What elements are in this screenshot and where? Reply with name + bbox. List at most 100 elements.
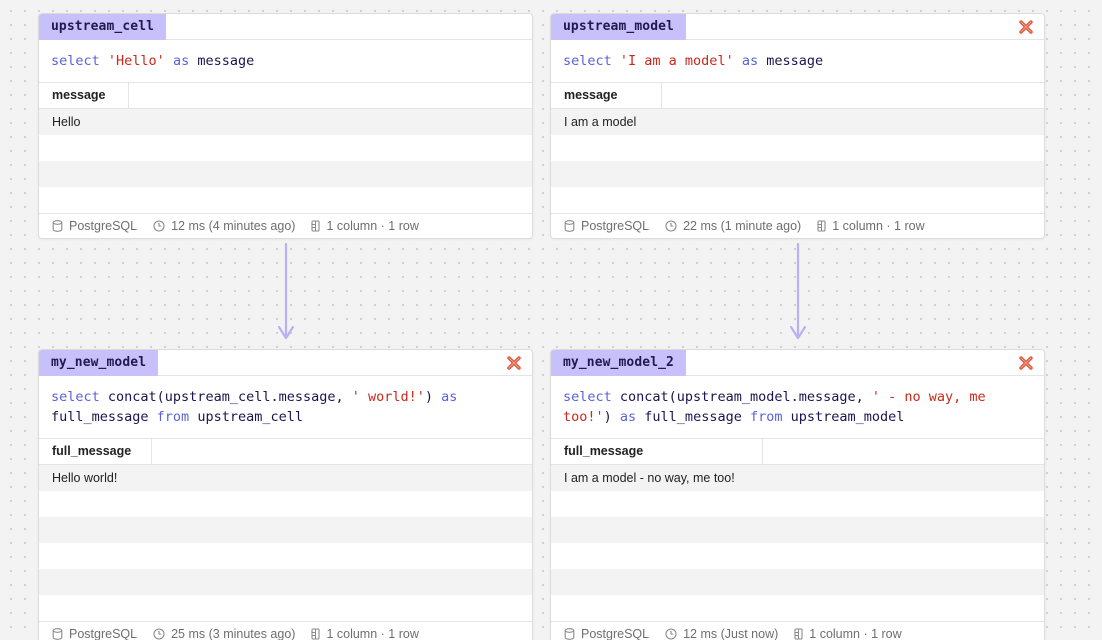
delete-cell-button[interactable] [1018, 19, 1034, 35]
timing-text: 12 ms (4 minutes ago) [171, 219, 296, 233]
cell-name-tab[interactable]: my_new_model [39, 350, 159, 376]
sql-cell-my-new-model-2[interactable]: my_new_model_2 select concat(upstream_mo… [550, 349, 1045, 640]
code-token: concat(upstream_cell.message, [107, 389, 352, 405]
table-row-empty [39, 135, 532, 161]
table-row-empty [39, 491, 532, 517]
table-row-empty [39, 187, 532, 213]
db-name: PostgreSQL [69, 219, 138, 233]
code-token: upstream_cell [197, 409, 303, 425]
sql-editor[interactable]: select concat(upstream_cell.message, ' w… [39, 376, 532, 439]
cell-header: my_new_model [39, 350, 532, 376]
database-icon [564, 220, 575, 232]
sql-cell-my-new-model[interactable]: my_new_model select concat(upstream_cell… [38, 349, 533, 640]
db-info: PostgreSQL [564, 219, 649, 233]
table-header: message [551, 83, 1044, 109]
table-row[interactable]: Hello [39, 109, 532, 135]
delete-cell-button[interactable] [506, 355, 522, 371]
table-row[interactable]: I am a model [551, 109, 1044, 135]
column-header[interactable]: message [39, 83, 129, 108]
timing-info: 12 ms (4 minutes ago) [153, 219, 295, 233]
shape-info: 1 column · 1 row [817, 219, 925, 233]
cell-footer: PostgreSQL 25 ms (3 minutes ago) 1 colum… [39, 621, 532, 640]
cell-header: upstream_model [551, 14, 1044, 40]
clock-icon [665, 220, 677, 232]
db-name: PostgreSQL [69, 627, 138, 640]
column-header[interactable]: message [551, 83, 662, 108]
code-token: as [164, 53, 198, 69]
db-name: PostgreSQL [581, 627, 650, 640]
close-icon [1019, 356, 1033, 370]
table-row-empty [39, 569, 532, 595]
shape-text: 1 column · 1 row [832, 219, 925, 233]
table-row-empty [551, 569, 1044, 595]
delete-cell-button[interactable] [1018, 355, 1034, 371]
database-icon [52, 628, 63, 640]
db-info: PostgreSQL [52, 627, 137, 640]
sql-editor[interactable]: select 'Hello' as message [39, 40, 532, 83]
code-token: from [749, 409, 791, 425]
code-token: concat(upstream_model.message, [619, 389, 872, 405]
code-token: 'Hello' [107, 53, 165, 69]
sql-cell-upstream-cell[interactable]: upstream_cell select 'Hello' as message … [38, 13, 533, 239]
cell-name-tab[interactable]: upstream_model [551, 14, 686, 40]
table-row[interactable]: I am a model - no way, me too! [551, 465, 1044, 491]
table-header: message [39, 83, 532, 109]
table-row-empty [551, 543, 1044, 569]
code-token: ' - no way, me [871, 389, 986, 405]
cell-header: upstream_cell [39, 14, 532, 40]
database-icon [564, 628, 575, 640]
timing-info: 12 ms (Just now) [665, 627, 778, 640]
code-token: select [563, 389, 620, 405]
sql-cell-upstream-model[interactable]: upstream_model select 'I am a model' as … [550, 13, 1045, 239]
timing-info: 22 ms (1 minute ago) [665, 219, 801, 233]
code-token: as [441, 389, 458, 405]
table-shape-icon [817, 220, 826, 232]
table-row-empty [551, 187, 1044, 213]
table-row[interactable]: Hello world! [39, 465, 532, 491]
sql-editor[interactable]: select 'I am a model' as message [551, 40, 1044, 83]
shape-info: 1 column · 1 row [794, 627, 902, 640]
table-row-empty [551, 161, 1044, 187]
cell-name-tab[interactable]: my_new_model_2 [551, 350, 686, 376]
shape-text: 1 column · 1 row [326, 219, 419, 233]
code-token: full_message [51, 409, 157, 425]
result-table: message Hello [39, 83, 532, 213]
db-info: PostgreSQL [52, 219, 137, 233]
code-token: full_message [644, 409, 750, 425]
shape-info: 1 column · 1 row [311, 219, 419, 233]
dependency-arrow-left [277, 243, 295, 340]
column-header[interactable]: full_message [39, 439, 152, 464]
code-token: as [619, 409, 645, 425]
table-shape-icon [311, 628, 321, 640]
cell-header: my_new_model_2 [551, 350, 1044, 376]
table-shape-icon [311, 220, 321, 232]
cell-name-tab[interactable]: upstream_cell [39, 14, 167, 40]
code-token: from [156, 409, 198, 425]
code-token: upstream_model [790, 409, 905, 425]
code-token: ) [603, 409, 620, 425]
sql-editor[interactable]: select concat(upstream_model.message, ' … [551, 376, 1044, 439]
timing-text: 12 ms (Just now) [683, 627, 779, 640]
timing-info: 25 ms (3 minutes ago) [153, 627, 295, 640]
code-token: select [51, 389, 108, 405]
code-token: too!' [563, 409, 604, 425]
code-token: select [563, 53, 620, 69]
table-header: full_message [551, 439, 1044, 465]
result-table: full_message Hello world! [39, 439, 532, 621]
result-table: full_message I am a model - no way, me t… [551, 439, 1044, 621]
code-token: message [197, 53, 255, 69]
cell-footer: PostgreSQL 12 ms (4 minutes ago) 1 colum… [39, 213, 532, 238]
table-header: full_message [39, 439, 532, 465]
code-token: message [766, 53, 824, 69]
table-row-empty [551, 517, 1044, 543]
shape-text: 1 column · 1 row [809, 627, 902, 640]
cell-footer: PostgreSQL 22 ms (1 minute ago) 1 column… [551, 213, 1044, 238]
table-row-empty [551, 595, 1044, 621]
code-token: select [51, 53, 108, 69]
table-row-empty [551, 135, 1044, 161]
clock-icon [153, 628, 165, 640]
shape-text: 1 column · 1 row [326, 627, 419, 640]
column-header[interactable]: full_message [551, 439, 763, 464]
close-icon [1019, 20, 1033, 34]
table-row-empty [551, 491, 1044, 517]
